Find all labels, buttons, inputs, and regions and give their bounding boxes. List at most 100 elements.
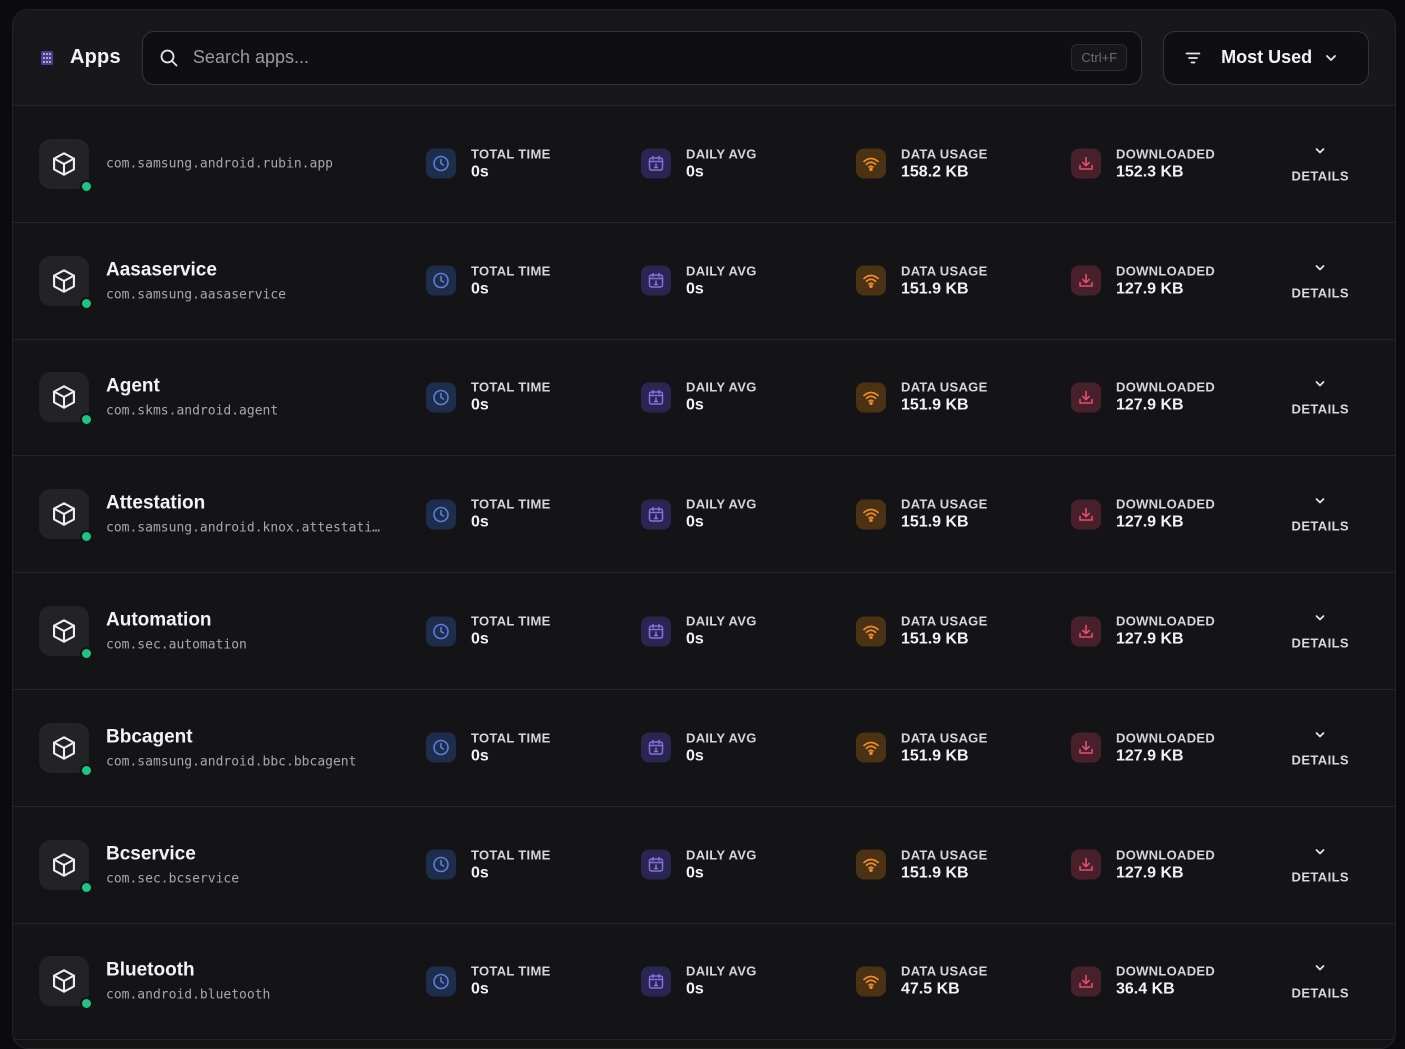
app-row[interactable]: Bbcagent com.samsung.android.bbc.bbcagen… [13, 690, 1395, 807]
search-box[interactable]: Ctrl+F [141, 30, 1143, 85]
details-label: DETAILS [1291, 752, 1349, 768]
stat-label: DOWNLOADED [1116, 847, 1216, 863]
details-button[interactable]: DETAILS [1292, 261, 1349, 300]
app-name: Agent [106, 375, 160, 397]
stat-label: TOTAL TIME [471, 613, 551, 629]
stat-label: TOTAL TIME [471, 963, 551, 979]
status-dot [80, 647, 93, 661]
app-row[interactable]: Bcservice com.sec.bcservice TOTAL TIME 0… [13, 807, 1395, 924]
stat-total-time: TOTAL TIME 0s [426, 263, 551, 298]
filter-icon [1184, 49, 1202, 67]
app-name: Bcservice [106, 843, 196, 865]
wifi-icon [856, 148, 886, 179]
stat-daily-avg: DAILY AVG 0s [641, 146, 757, 181]
stat-value: 0s [686, 747, 704, 765]
download-icon [1071, 966, 1101, 997]
stat-label: DOWNLOADED [1116, 613, 1216, 629]
calendar-icon [641, 616, 671, 647]
chevron-down-icon [1324, 51, 1338, 65]
stat-value: 127.9 KB [1116, 747, 1184, 765]
details-button[interactable]: DETAILS [1292, 962, 1349, 1001]
apps-panel: Apps Ctrl+F Most Used [12, 9, 1396, 1049]
stat-label: DATA USAGE [901, 146, 988, 162]
details-button[interactable]: DETAILS [1292, 495, 1349, 534]
app-row[interactable]: Automation com.sec.automation TOTAL TIME… [13, 573, 1395, 690]
app-row[interactable]: com.samsung.android.rubin.app TOTAL TIME… [13, 106, 1395, 223]
download-icon [1071, 265, 1101, 296]
stat-downloaded: DOWNLOADED 127.9 KB [1071, 847, 1215, 882]
stat-value: 127.9 KB [1116, 280, 1184, 298]
details-button[interactable]: DETAILS [1292, 144, 1349, 183]
clock-icon [426, 732, 456, 763]
app-package: com.samsung.aasaservice [106, 287, 287, 303]
app-name: Aasaservice [106, 259, 217, 281]
app-icon-container [39, 722, 93, 777]
search-input[interactable] [192, 47, 1072, 68]
details-label: DETAILS [1291, 985, 1349, 1001]
details-button[interactable]: DETAILS [1292, 378, 1349, 417]
stat-downloaded: DOWNLOADED 127.9 KB [1071, 380, 1215, 415]
app-row[interactable]: Agent com.skms.android.agent TOTAL TIME … [13, 340, 1395, 457]
app-info: Bluetooth com.android.bluetooth [106, 960, 406, 1003]
chevron-down-icon [1314, 962, 1326, 974]
stat-label: DATA USAGE [901, 379, 988, 395]
stat-label: DATA USAGE [901, 263, 988, 279]
stat-value: 0s [471, 747, 489, 765]
details-button[interactable]: DETAILS [1292, 845, 1349, 884]
stat-value: 151.9 KB [901, 747, 969, 765]
details-button[interactable]: DETAILS [1292, 728, 1349, 767]
details-label: DETAILS [1291, 869, 1349, 885]
details-label: DETAILS [1291, 401, 1349, 417]
app-package: com.sec.bcservice [106, 871, 240, 887]
stat-data-usage: DATA USAGE 151.9 KB [856, 614, 988, 649]
stat-value: 0s [471, 630, 489, 648]
stat-value: 0s [686, 513, 704, 531]
download-icon [1071, 849, 1101, 880]
stat-label: DOWNLOADED [1116, 496, 1216, 512]
stat-value: 0s [471, 513, 489, 531]
stat-total-time: TOTAL TIME 0s [426, 146, 551, 181]
app-package: com.sec.automation [106, 637, 247, 653]
stat-downloaded: DOWNLOADED 127.9 KB [1071, 614, 1215, 649]
stat-downloaded: DOWNLOADED 127.9 KB [1071, 263, 1215, 298]
stat-daily-avg: DAILY AVG 0s [641, 730, 757, 765]
stat-label: DAILY AVG [686, 496, 757, 512]
stat-value: 151.9 KB [901, 864, 969, 882]
stat-label: DOWNLOADED [1116, 730, 1216, 746]
stat-value: 151.9 KB [901, 280, 969, 298]
stat-daily-avg: DAILY AVG 0s [641, 847, 757, 882]
stat-label: DAILY AVG [686, 379, 757, 395]
app-row[interactable]: Attestation com.samsung.android.knox.att… [13, 456, 1395, 574]
details-label: DETAILS [1291, 285, 1349, 301]
app-icon-container [39, 839, 93, 894]
chevron-down-icon [1314, 261, 1326, 273]
stat-value: 0s [471, 163, 489, 181]
app-row[interactable]: Aasaservice com.samsung.aasaservice TOTA… [13, 223, 1395, 340]
app-name: Bluetooth [106, 959, 195, 981]
wifi-icon [856, 966, 886, 997]
stat-label: DAILY AVG [686, 847, 757, 863]
calendar-icon [641, 732, 671, 763]
stat-value: 127.9 KB [1116, 630, 1184, 648]
status-dot [80, 413, 93, 427]
sort-label: Most Used [1221, 47, 1313, 67]
stat-daily-avg: DAILY AVG 0s [641, 263, 757, 298]
app-name: Attestation [106, 492, 206, 514]
app-package: com.samsung.android.rubin.app [106, 156, 333, 172]
stat-label: DOWNLOADED [1116, 263, 1216, 279]
stat-label: DAILY AVG [686, 146, 757, 162]
app-row[interactable]: Bluetooth com.android.bluetooth TOTAL TI… [13, 924, 1395, 1041]
app-name: Bbcagent [106, 726, 193, 748]
download-icon [1071, 732, 1101, 763]
stat-label: DOWNLOADED [1116, 963, 1216, 979]
stat-data-usage: DATA USAGE 151.9 KB [856, 730, 988, 765]
stat-total-time: TOTAL TIME 0s [426, 730, 551, 765]
clock-icon [426, 499, 456, 530]
details-button[interactable]: DETAILS [1292, 612, 1349, 651]
app-list: com.samsung.android.rubin.app TOTAL TIME… [13, 106, 1395, 1041]
download-icon [1071, 148, 1101, 179]
stat-total-time: TOTAL TIME 0s [426, 847, 551, 882]
sort-dropdown[interactable]: Most Used [1163, 30, 1369, 85]
wifi-icon [856, 499, 886, 530]
stat-label: DATA USAGE [901, 963, 988, 979]
